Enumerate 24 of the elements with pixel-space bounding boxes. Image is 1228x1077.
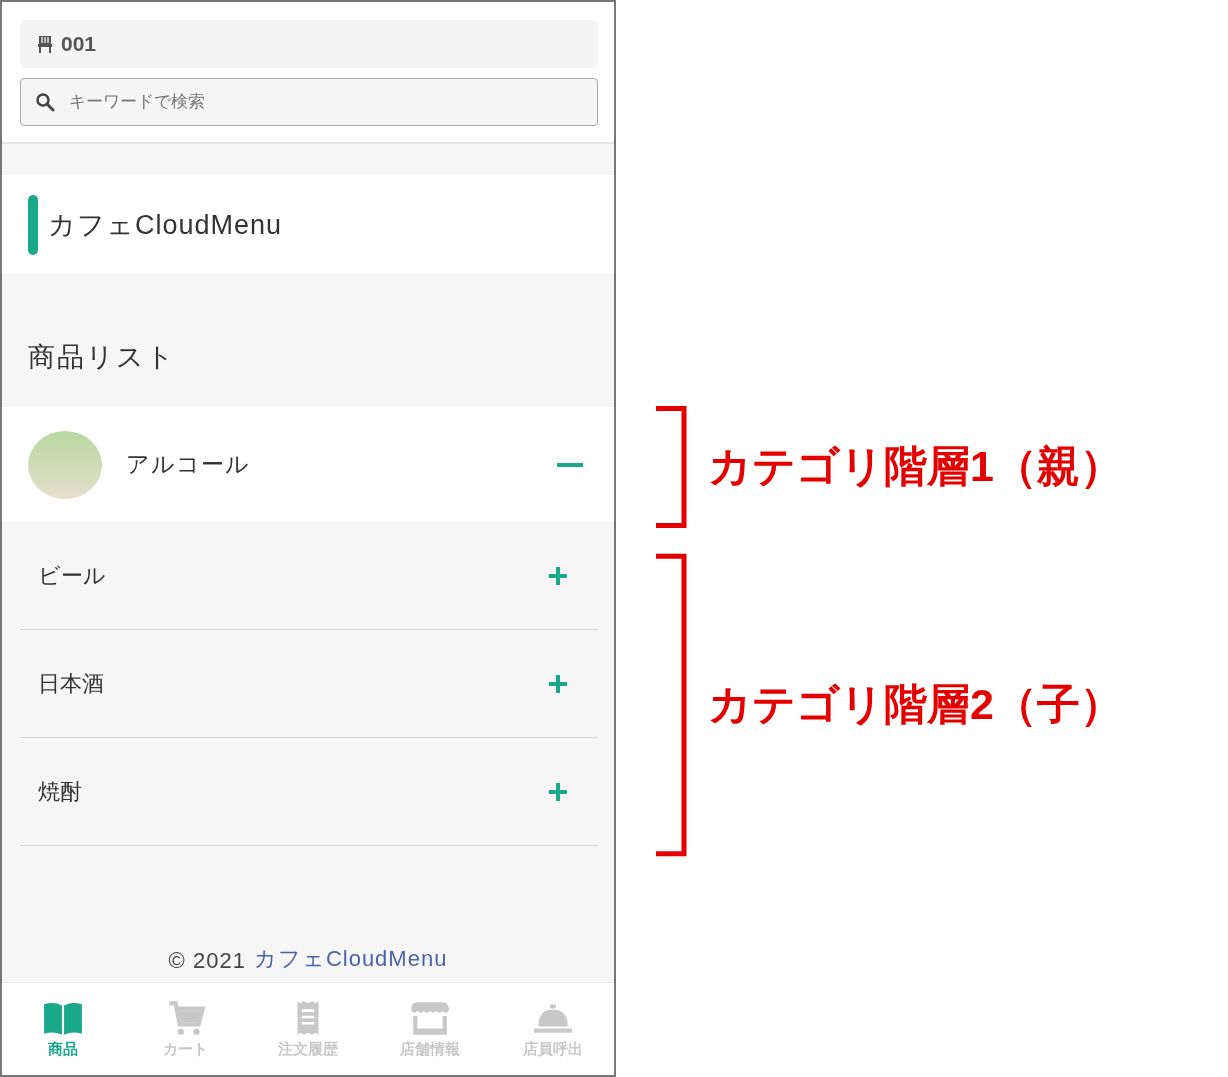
copyright-text: © 2021 <box>168 948 246 974</box>
search-icon <box>35 92 55 112</box>
table-number: 001 <box>61 32 97 56</box>
plus-icon[interactable] <box>548 565 568 586</box>
plus-icon[interactable] <box>548 781 568 802</box>
annotation-label: カテゴリ階層2（子） <box>708 679 1123 730</box>
subcategory-name: 日本酒 <box>38 669 105 698</box>
subcategory-row[interactable]: 日本酒 <box>20 630 598 738</box>
annotation-label: カテゴリ階層1（親） <box>708 441 1123 492</box>
section-title: 商品リスト <box>28 340 176 374</box>
subcategory-name: 焼酎 <box>38 777 83 806</box>
category-name: アルコール <box>126 450 251 479</box>
accent-bar <box>28 194 38 255</box>
store-icon <box>409 999 452 1036</box>
subcategory-row[interactable]: ビール <box>20 522 598 630</box>
search-field[interactable]: キーワードで検索 <box>20 78 598 126</box>
category-row[interactable]: アルコール <box>2 407 614 522</box>
subcategory-row[interactable]: 焼酎 <box>20 738 598 846</box>
subcategory-name: ビール <box>38 561 107 590</box>
chair-icon <box>35 34 55 54</box>
plus-icon[interactable] <box>548 673 568 694</box>
shop-link[interactable]: カフェCloudMenu <box>253 944 448 974</box>
nav-tab[interactable]: 商品 <box>2 983 125 1075</box>
shop-name: カフェCloudMenu <box>48 208 283 242</box>
